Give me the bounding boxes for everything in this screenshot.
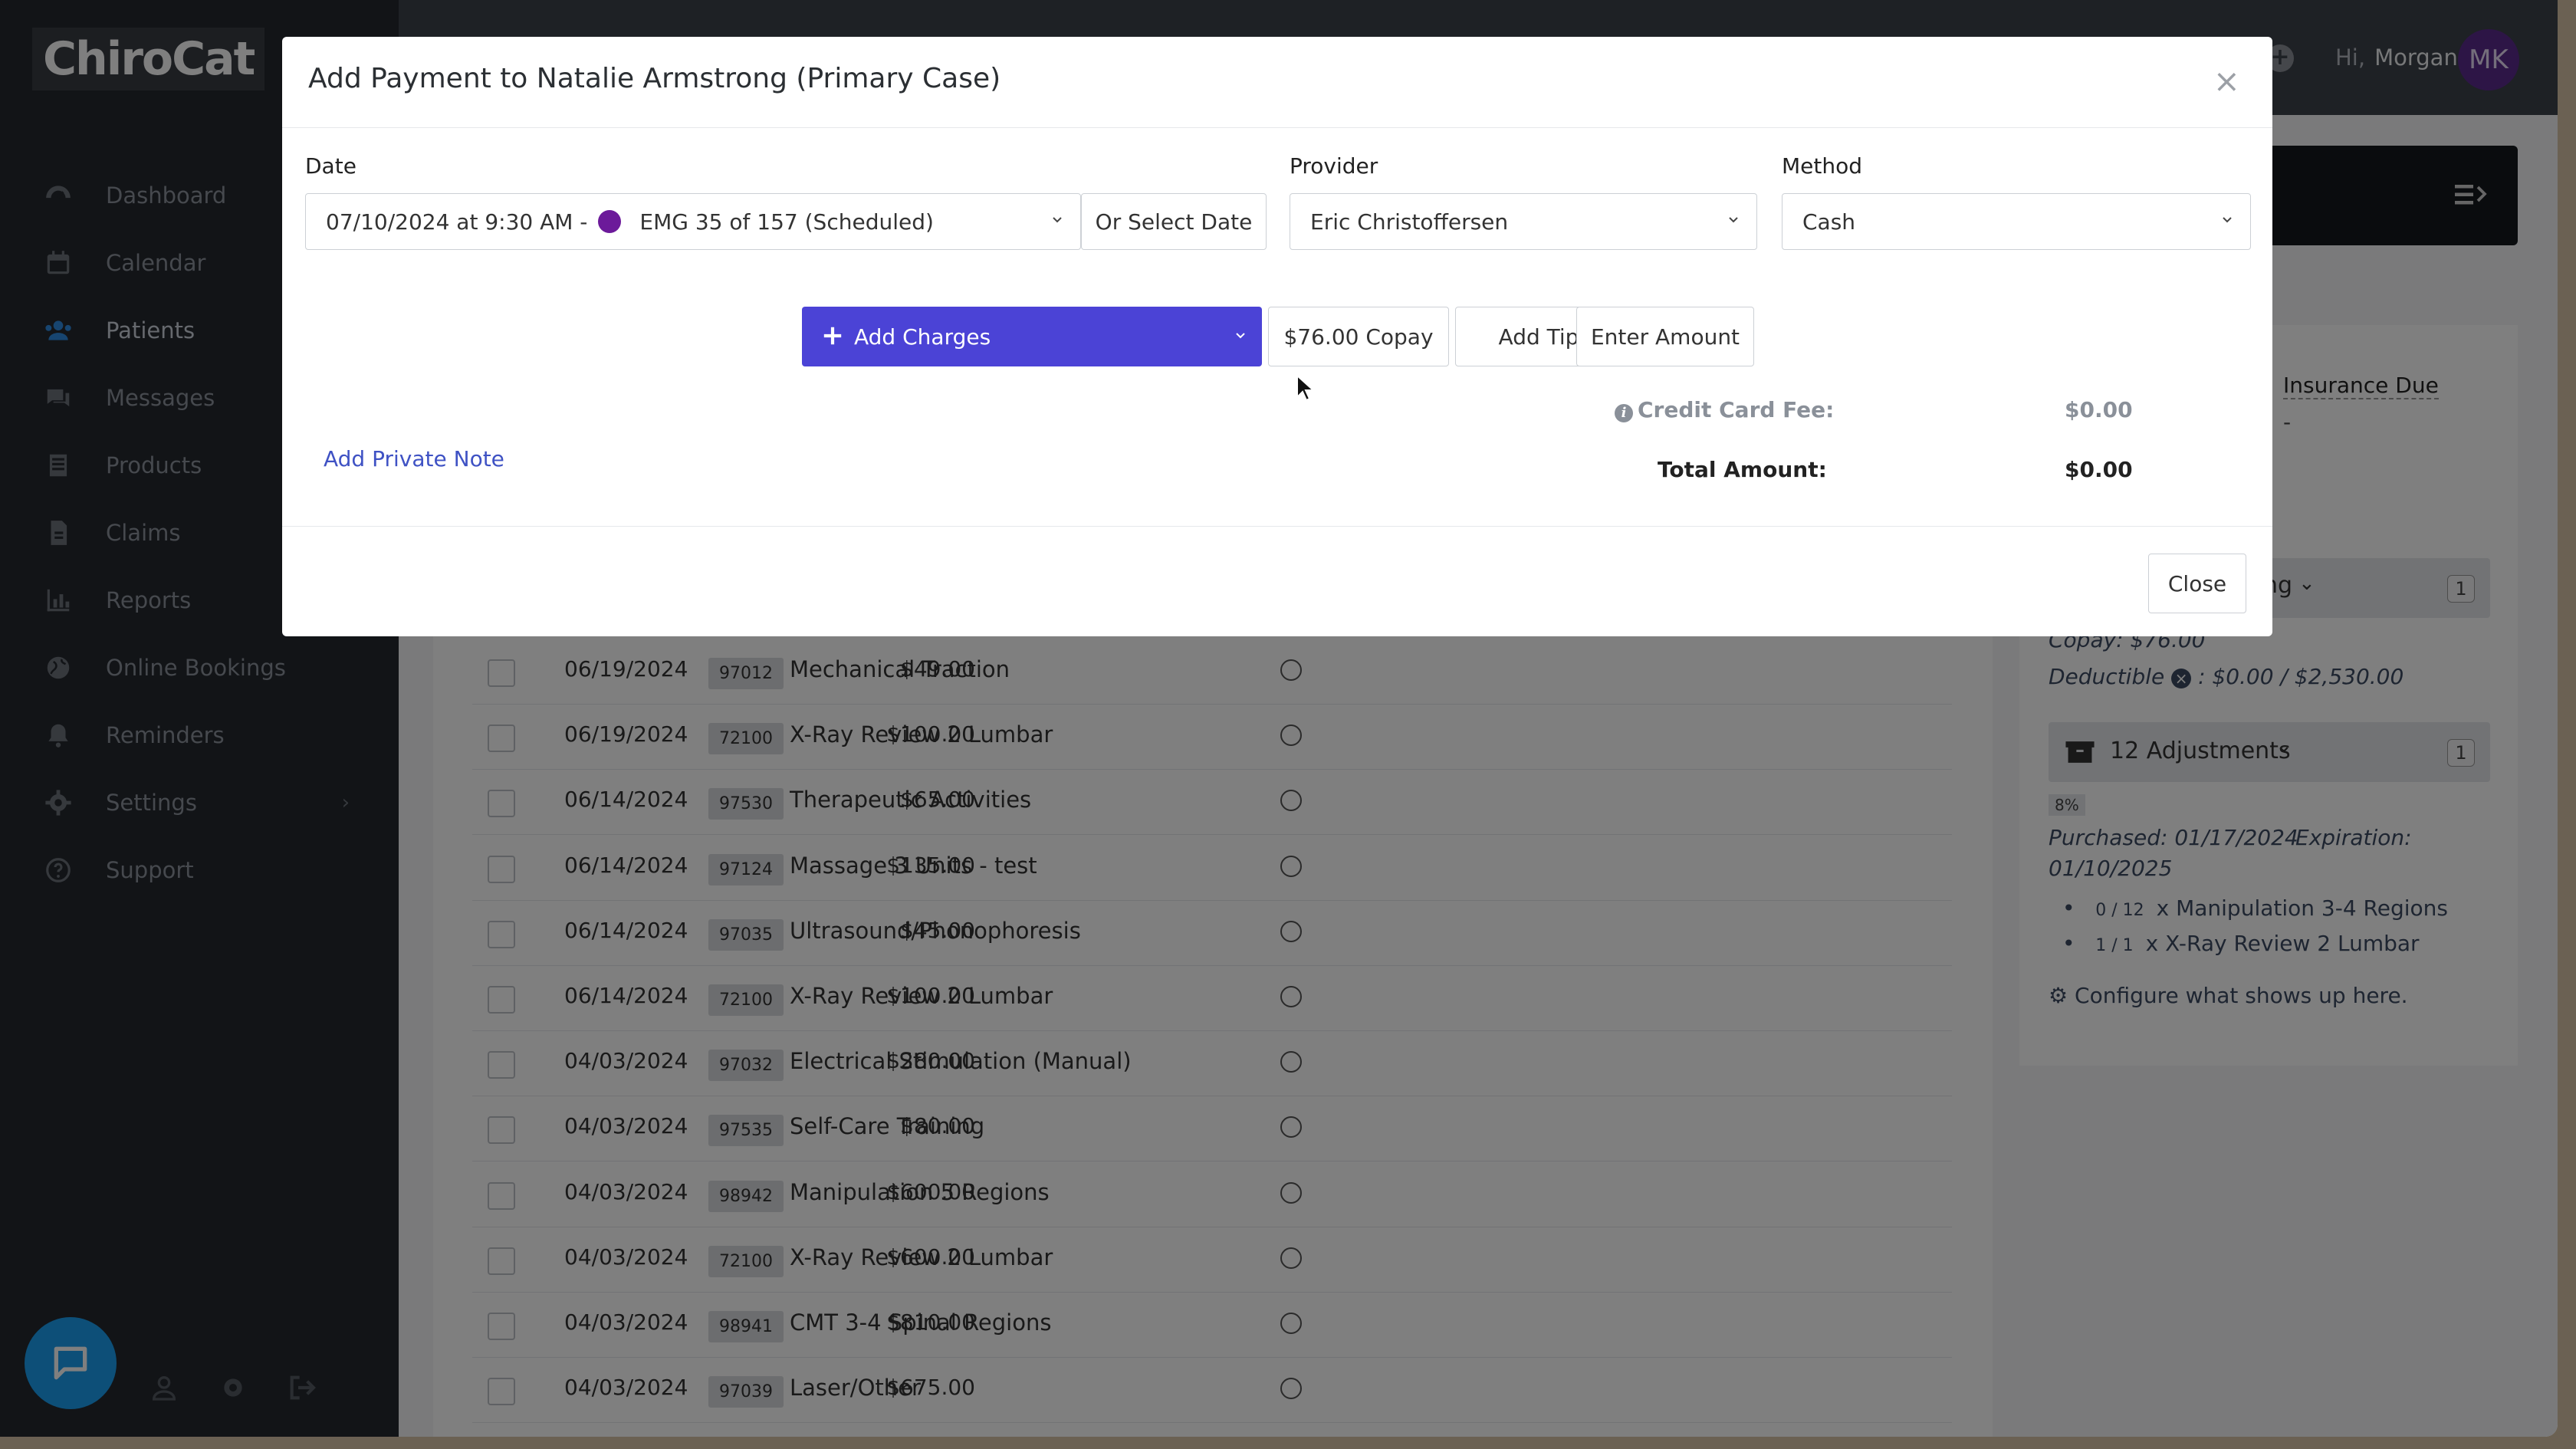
info-icon: i (1615, 404, 1633, 422)
modal-title: Add Payment to Natalie Armstrong (Primar… (308, 63, 1001, 94)
add-charges-button[interactable]: Add Charges (802, 307, 1262, 366)
provider-label: Provider (1290, 153, 1378, 179)
add-payment-modal: Add Payment to Natalie Armstrong (Primar… (282, 37, 2272, 636)
divider (282, 127, 2272, 128)
chevron-down-icon (2223, 217, 2232, 223)
add-private-note-link[interactable]: Add Private Note (324, 446, 504, 472)
date-select-appointment: EMG 35 of 157 (Scheduled) (639, 209, 934, 235)
copay-button[interactable]: $76.00 Copay (1268, 307, 1449, 366)
total-amount-label: Total Amount: (1658, 457, 1827, 482)
plus-icon (823, 327, 842, 345)
or-select-date-button[interactable]: Or Select Date (1081, 193, 1267, 250)
app-window: ChiroCat Dashboard Calendar Patients Mes… (0, 0, 2558, 1437)
chevron-down-icon (1236, 333, 1245, 339)
method-select[interactable]: Cash (1782, 193, 2251, 250)
mouse-cursor-icon (1296, 374, 1314, 402)
method-label: Method (1782, 153, 1863, 179)
date-select-value: 07/10/2024 at 9:30 AM - (326, 209, 588, 235)
add-charges-label: Add Charges (854, 324, 991, 350)
close-button[interactable]: Close (2148, 554, 2246, 613)
credit-card-fee-label: i Credit Card Fee: (1615, 397, 1834, 422)
chevron-down-icon (1729, 217, 1738, 223)
enter-amount-button[interactable]: Enter Amount (1576, 307, 1754, 366)
chevron-down-icon (1053, 217, 1062, 223)
date-select[interactable]: 07/10/2024 at 9:30 AM - EMG 35 of 157 (S… (305, 193, 1081, 250)
appointment-status-dot (598, 210, 622, 233)
divider (282, 526, 2272, 527)
method-select-value: Cash (1802, 209, 1856, 235)
provider-select-value: Eric Christoffersen (1310, 209, 1509, 235)
total-amount-value: $0.00 (2065, 457, 2133, 482)
close-icon[interactable]: × (2213, 65, 2240, 97)
date-label: Date (305, 153, 356, 179)
provider-select[interactable]: Eric Christoffersen (1290, 193, 1757, 250)
credit-card-fee-value: $0.00 (2065, 397, 2133, 422)
